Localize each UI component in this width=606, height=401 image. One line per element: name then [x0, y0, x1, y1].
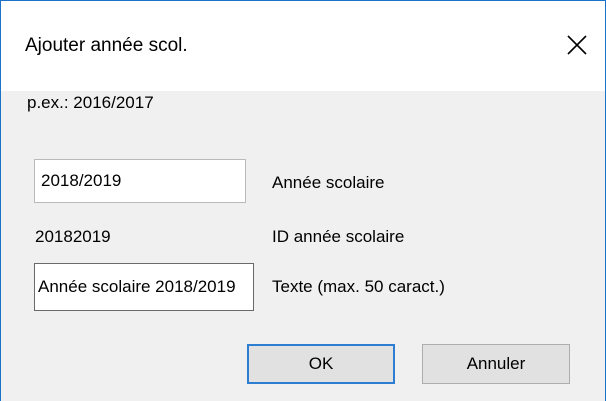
cancel-button[interactable]: Annuler [422, 344, 570, 384]
text-input[interactable] [34, 263, 254, 311]
close-button[interactable] [557, 25, 597, 65]
title-bar: Ajouter année scol. [1, 1, 605, 91]
school-year-id-value: 20182019 [35, 227, 111, 246]
school-year-id-label: ID année scolaire [272, 227, 405, 246]
school-year-label: Année scolaire [272, 173, 385, 192]
dialog-window: Ajouter année scol. p.ex.: 2016/2017 Ann… [0, 0, 606, 401]
close-icon [567, 35, 587, 55]
dialog-title: Ajouter année scol. [25, 35, 188, 56]
ok-button[interactable]: OK [247, 344, 395, 384]
text-label: Texte (max. 50 caract.) [272, 277, 445, 296]
format-hint: p.ex.: 2016/2017 [27, 93, 154, 112]
school-year-input[interactable] [34, 159, 246, 203]
